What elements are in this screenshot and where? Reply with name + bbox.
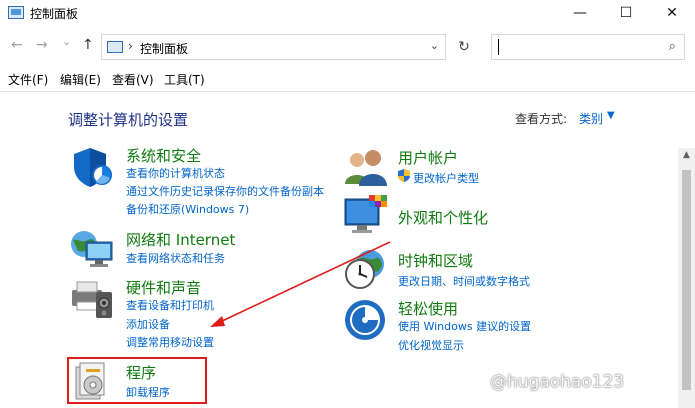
system-security-shield-icon[interactable]: [70, 145, 116, 191]
link-add-device[interactable]: 添加设备: [126, 316, 170, 332]
recent-locations-chevron-icon[interactable]: ⌄: [62, 35, 71, 48]
annotation-highlight-box: [67, 357, 207, 404]
appearance-personalization-icon[interactable]: [343, 195, 389, 237]
up-arrow-icon[interactable]: ↑: [82, 37, 94, 53]
link-network-status[interactable]: 查看网络状态和任务: [126, 250, 225, 266]
maximize-button[interactable]: ☐: [603, 0, 649, 27]
category-appearance-personalization[interactable]: 外观和个性化: [398, 207, 488, 228]
menu-tools[interactable]: 工具(T): [164, 71, 205, 88]
category-clock-region[interactable]: 时钟和区域: [398, 250, 473, 271]
divider: [0, 91, 695, 92]
control-panel-icon: [8, 6, 24, 19]
network-globe-icon[interactable]: [68, 226, 116, 272]
category-ease-of-access[interactable]: 轻松使用: [398, 298, 458, 319]
address-dropdown-icon[interactable]: ⌄: [430, 39, 439, 52]
menu-edit[interactable]: 编辑(E): [60, 71, 101, 88]
menu-file[interactable]: 文件(F): [8, 71, 48, 88]
menu-bar: 文件(F) 编辑(E) 查看(V) 工具(T): [0, 68, 695, 88]
navigation-bar: ← → ⌄ ↑ › 控制面板 ⌄ ↻ ⌕: [0, 30, 695, 64]
scroll-up-arrow-icon[interactable]: ▲: [678, 150, 695, 160]
category-hardware-sound[interactable]: 硬件和声音: [126, 277, 201, 298]
link-file-history-backup[interactable]: 通过文件历史记录保存你的文件备份副本: [126, 183, 324, 199]
breadcrumb-chevron-icon[interactable]: ›: [128, 39, 133, 53]
ease-of-access-icon[interactable]: [343, 298, 387, 342]
view-by-dropdown[interactable]: 类别: [579, 110, 603, 127]
category-user-accounts[interactable]: 用户帐户: [398, 147, 458, 168]
text-caret: [498, 39, 499, 55]
close-button[interactable]: ✕: [649, 0, 695, 27]
minimize-button[interactable]: —: [557, 0, 603, 27]
link-view-computer-status[interactable]: 查看你的计算机状态: [126, 165, 225, 181]
link-mobility-settings[interactable]: 调整常用移动设置: [126, 334, 214, 350]
vertical-scrollbar[interactable]: ▲: [678, 148, 695, 408]
view-by-arrow-icon[interactable]: ▼: [607, 110, 615, 121]
search-icon[interactable]: ⌕: [669, 39, 676, 54]
link-change-account-type[interactable]: 更改帐户类型: [413, 170, 479, 186]
link-devices-printers[interactable]: 查看设备和打印机: [126, 297, 214, 313]
link-backup-restore[interactable]: 备份和还原(Windows 7): [126, 201, 249, 217]
refresh-icon[interactable]: ↻: [451, 34, 477, 60]
forward-arrow-icon[interactable]: →: [36, 37, 48, 53]
breadcrumb-control-panel[interactable]: 控制面板: [140, 40, 188, 57]
search-input[interactable]: ⌕: [491, 34, 685, 60]
clock-region-icon[interactable]: [342, 246, 388, 292]
link-optimize-visual-display[interactable]: 优化视觉显示: [398, 337, 464, 353]
link-windows-recommended-settings[interactable]: 使用 Windows 建议的设置: [398, 318, 531, 334]
address-bar[interactable]: › 控制面板 ⌄: [101, 34, 446, 60]
watermark: @hugaohao123: [490, 372, 625, 392]
hardware-printer-icon[interactable]: [68, 276, 116, 322]
category-system-security[interactable]: 系统和安全: [126, 145, 201, 166]
back-arrow-icon[interactable]: ←: [11, 37, 23, 53]
page-title: 调整计算机的设置: [68, 111, 189, 129]
scroll-thumb[interactable]: [682, 170, 691, 390]
control-panel-icon: [107, 41, 123, 53]
link-change-date-time-format[interactable]: 更改日期、时间或数字格式: [398, 273, 530, 289]
window-title: 控制面板: [30, 7, 79, 21]
user-accounts-icon[interactable]: [343, 148, 389, 188]
title-bar: 控制面板 — ☐ ✕: [0, 0, 695, 27]
uac-shield-icon: [398, 169, 410, 182]
category-network-internet[interactable]: 网络和 Internet: [126, 229, 235, 250]
view-by-label: 查看方式:: [515, 112, 568, 126]
menu-view[interactable]: 查看(V): [112, 71, 154, 88]
